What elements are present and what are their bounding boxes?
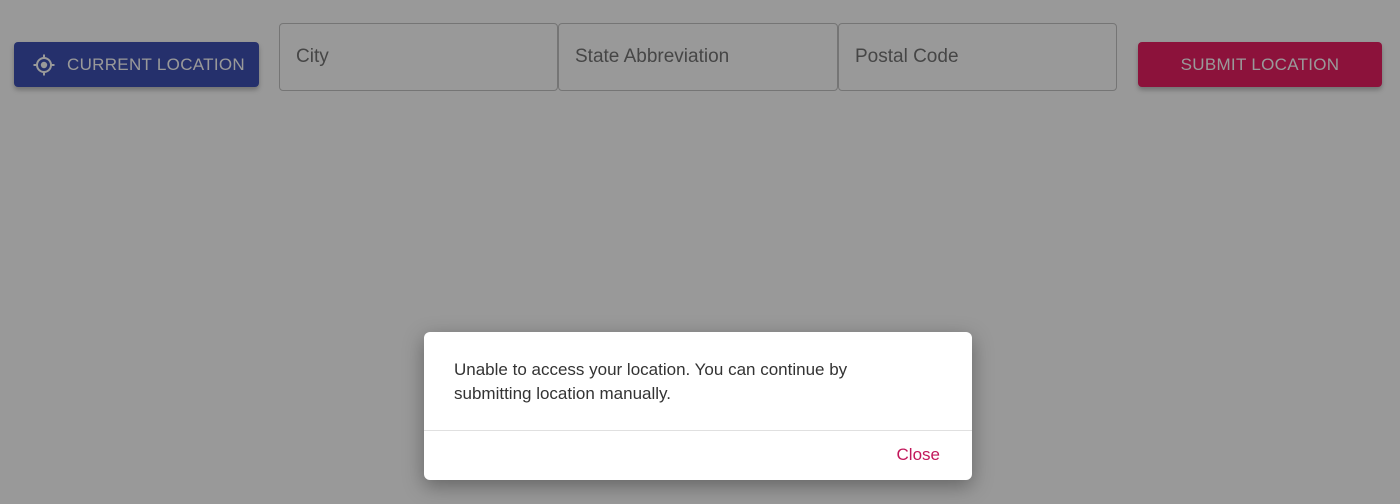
location-error-dialog: Unable to access your location. You can … <box>424 332 972 480</box>
dialog-message: Unable to access your location. You can … <box>454 360 848 403</box>
dialog-divider <box>424 430 972 431</box>
close-button[interactable]: Close <box>897 445 940 465</box>
